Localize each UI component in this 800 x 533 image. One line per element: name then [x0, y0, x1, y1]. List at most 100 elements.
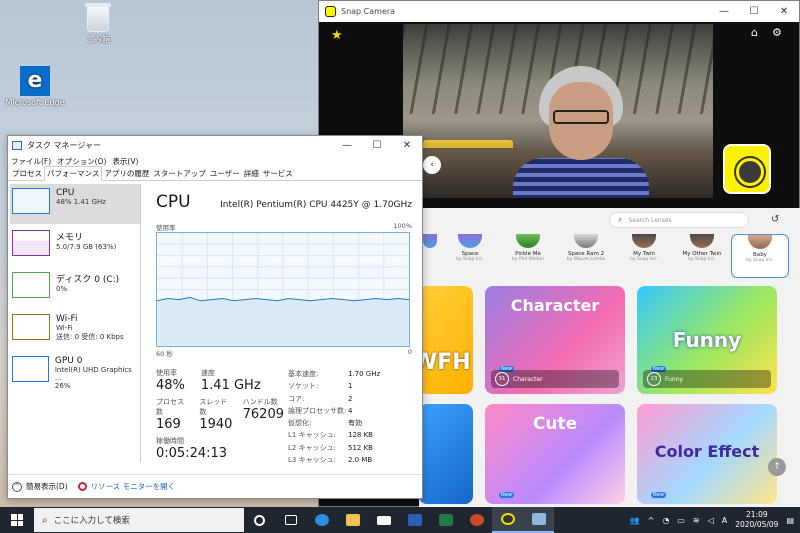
snap-title-bar[interactable]: Snap Camera — ☐ ✕: [319, 1, 799, 22]
taskbar-task-manager[interactable]: [523, 507, 554, 533]
tab-bar: プロセス パフォーマンス アプリの履歴 スタートアップ ユーザー 詳細 サービス: [8, 166, 422, 181]
desktop-icon-label: Microsoft Edge: [5, 98, 65, 107]
wifi-mini-graph: [12, 314, 50, 340]
resource-item-disk[interactable]: ディスク 0 (C:) 0%: [10, 268, 140, 308]
close-button[interactable]: ✕: [392, 136, 422, 155]
category-card-wfh[interactable]: WFH: [419, 286, 473, 394]
category-card-funny[interactable]: Funny New 23 Funny: [637, 286, 777, 394]
lens-item[interactable]: Space by Snap Inc.: [441, 234, 499, 278]
resource-monitor-link[interactable]: リソース モニターを開く: [77, 481, 175, 492]
lens-panel: ⌕ Search Lenses ↺ Space by Snap Inc. Pick…: [419, 208, 800, 508]
tab-processes[interactable]: プロセス: [10, 167, 44, 180]
taskbar-excel[interactable]: [430, 507, 461, 533]
ime-indicator[interactable]: A: [722, 516, 727, 525]
lens-item-selected[interactable]: Baby by Snap Inc.: [731, 234, 789, 278]
favorite-star-icon[interactable]: ★: [331, 28, 343, 43]
category-card-cute[interactable]: Cute New: [485, 404, 625, 504]
desktop-icon-recycle-bin[interactable]: ごみ箱: [63, 3, 133, 45]
category-card[interactable]: [419, 404, 473, 504]
word-icon: [407, 514, 422, 526]
taskbar-explorer[interactable]: [337, 507, 368, 533]
menu-options[interactable]: オプション(O): [57, 156, 106, 167]
disk-mini-graph: [12, 272, 50, 298]
taskbar-powerpoint[interactable]: [461, 507, 492, 533]
graph-axis-right: 0: [407, 348, 412, 356]
category-card-color-effect[interactable]: Color Effect New: [637, 404, 777, 504]
stat-usage: 使用率 48%: [156, 369, 185, 393]
maximize-button[interactable]: ☐: [362, 136, 392, 155]
minimize-button[interactable]: —: [709, 1, 739, 22]
cpu-details: 基本速度: 1.70 GHz ソケット: 1 コア: 2 論理プロセッサ数: 4 仮想化…: [288, 370, 381, 465]
task-view-button[interactable]: [275, 507, 306, 533]
window-title: タスク マネージャー: [27, 141, 101, 150]
collapse-arrow-icon[interactable]: ‹: [423, 156, 441, 174]
mail-icon: [376, 515, 391, 525]
lens-item[interactable]: My Other Twin by Snap Inc.: [673, 234, 731, 278]
scroll-to-top-button[interactable]: ↑: [768, 458, 786, 476]
snapcode-lens-icon[interactable]: [723, 144, 771, 194]
taskbar-snap-camera[interactable]: [492, 507, 523, 533]
clock[interactable]: 21:09 2020/05/09: [735, 510, 778, 530]
chevron-up-icon[interactable]: ^: [648, 516, 655, 525]
lens-item[interactable]: Pickle Me by Phil Walton: [499, 234, 557, 278]
taskbar: ⌕ ここに入力して検索 👥 ^ ◔ ▭ ≋ ◁ A 21:09 2020/05/…: [0, 507, 800, 533]
desktop-icon-edge[interactable]: e Microsoft Edge: [0, 66, 70, 107]
twitch-icon[interactable]: ⌂: [751, 26, 758, 39]
close-button[interactable]: ✕: [769, 1, 799, 22]
card-label-bar: 23 Funny: [643, 370, 771, 388]
compact-view-button[interactable]: ^ 簡易表示(D): [12, 481, 68, 492]
start-button[interactable]: [0, 507, 34, 533]
cpu-mini-graph: [12, 188, 50, 214]
tab-app-history[interactable]: アプリの履歴: [102, 167, 151, 180]
category-card-character[interactable]: Character New 31 Character: [485, 286, 625, 394]
settings-gear-icon[interactable]: ⚙: [772, 26, 782, 39]
cpu-heading: CPU: [156, 192, 191, 212]
taskbar-edge[interactable]: [306, 507, 337, 533]
new-badge: New: [499, 492, 514, 498]
system-tray: 👥 ^ ◔ ▭ ≋ ◁ A 21:09 2020/05/09 ▤: [630, 510, 800, 530]
task-manager-icon: [12, 141, 22, 150]
task-manager-icon: [531, 513, 546, 525]
new-badge: New: [651, 492, 666, 498]
edge-icon: e: [20, 66, 50, 96]
edge-icon: [314, 514, 329, 526]
powerpoint-icon: [469, 514, 484, 526]
menu-view[interactable]: 表示(V): [112, 156, 138, 167]
battery-icon[interactable]: ▭: [677, 516, 685, 525]
tab-performance[interactable]: パフォーマンス: [44, 166, 103, 181]
stat-speed: 速度 1.41 GHz: [200, 369, 261, 393]
resource-item-wifi[interactable]: Wi-Fi Wi-Fi 送信: 0 受信: 0 Kbps: [10, 310, 140, 350]
memory-mini-graph: [12, 230, 50, 256]
stat-uptime: 稼働時間 0:05:24:13: [156, 437, 228, 461]
menu-file[interactable]: ファイル(F): [11, 156, 51, 167]
tab-details[interactable]: 詳細: [242, 167, 261, 180]
tab-startup[interactable]: スタートアップ: [151, 167, 208, 180]
network-icon[interactable]: ◔: [662, 516, 669, 525]
chevron-up-icon: ^: [12, 481, 22, 492]
taskbar-mail[interactable]: [368, 507, 399, 533]
gpu-mini-graph: [12, 356, 49, 382]
volume-icon[interactable]: ◁: [708, 516, 714, 525]
lens-strip: Space by Snap Inc. Pickle Me by Phil Walto…: [419, 234, 800, 278]
tab-users[interactable]: ユーザー: [208, 167, 242, 180]
resource-monitor-icon: [77, 482, 87, 491]
minimize-button[interactable]: —: [332, 136, 362, 155]
lens-item[interactable]: Space Ram 2 by Wayne Lambs: [557, 234, 615, 278]
taskbar-word[interactable]: [399, 507, 430, 533]
resource-list: CPU 48% 1.41 GHz メモリ 5.0/7.9 GB (63%) ディスク…: [10, 184, 140, 462]
wifi-icon[interactable]: ≋: [693, 516, 700, 525]
history-icon[interactable]: ↺: [771, 214, 779, 225]
graph-label-usage: 使用率: [156, 224, 176, 232]
maximize-button[interactable]: ☐: [739, 1, 769, 22]
resource-item-gpu[interactable]: GPU 0 Intel(R) UHD Graphics ... 26%: [10, 352, 140, 392]
notification-icon[interactable]: ▤: [786, 516, 794, 525]
people-icon[interactable]: 👥: [630, 516, 640, 525]
taskbar-search-box[interactable]: ⌕ ここに入力して検索: [34, 508, 244, 532]
cortana-button[interactable]: [244, 507, 275, 533]
resource-item-cpu[interactable]: CPU 48% 1.41 GHz: [10, 184, 140, 224]
resource-item-memory[interactable]: メモリ 5.0/7.9 GB (63%): [10, 226, 140, 266]
lens-item[interactable]: My Twin by Snap Inc.: [615, 234, 673, 278]
tab-services[interactable]: サービス: [261, 167, 295, 180]
task-manager-title-bar[interactable]: タスク マネージャー — ☐ ✕: [8, 136, 422, 155]
search-lenses-input[interactable]: ⌕ Search Lenses: [609, 212, 749, 228]
